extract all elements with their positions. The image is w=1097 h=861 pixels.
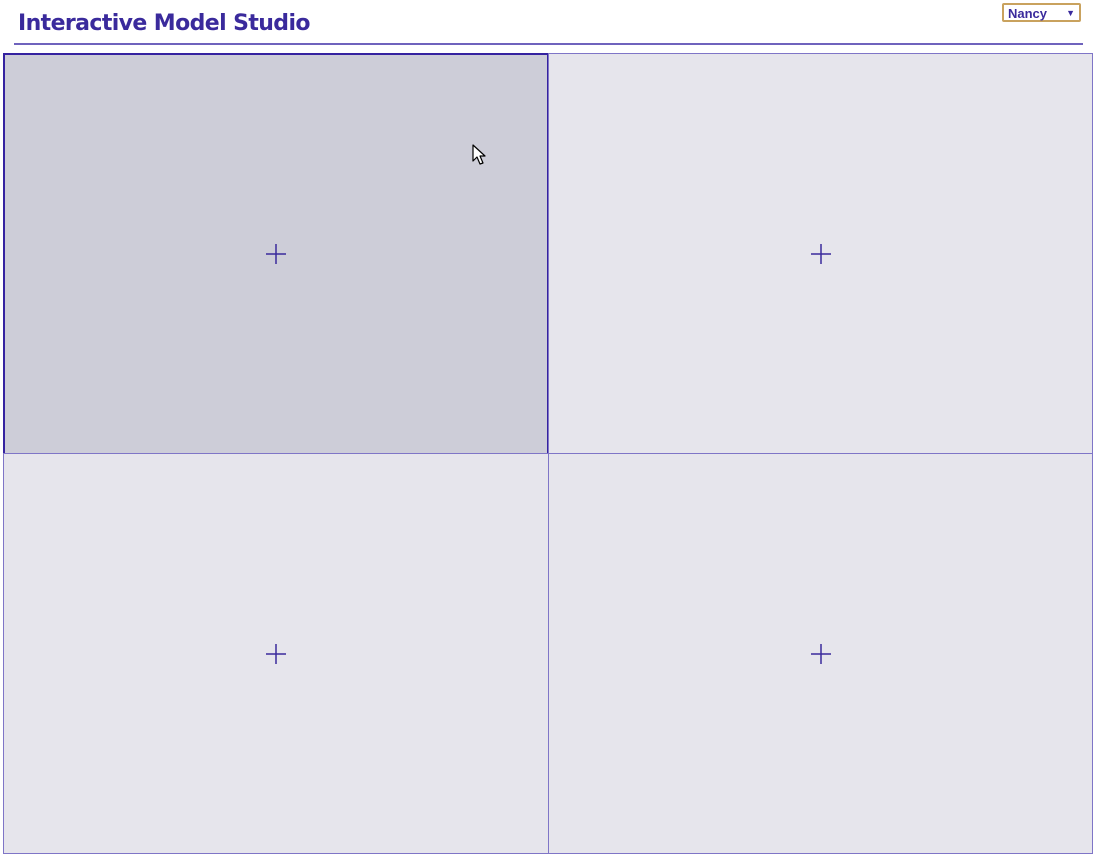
title-divider (14, 43, 1083, 45)
triangle-down-icon: ▼ (1066, 8, 1075, 18)
plus-icon[interactable] (810, 243, 832, 265)
user-select-value: Nancy (1008, 6, 1048, 21)
plus-icon[interactable] (265, 643, 287, 665)
panel-top-left[interactable] (3, 53, 549, 455)
panel-bottom-left[interactable] (3, 453, 549, 854)
app-header: Interactive Model Studio Nancy ▼ (0, 0, 1097, 48)
plus-icon[interactable] (265, 243, 287, 265)
page-title: Interactive Model Studio (18, 11, 311, 36)
panel-bottom-right[interactable] (548, 453, 1093, 854)
user-select[interactable]: Nancy ▼ (1002, 3, 1081, 22)
panel-top-right[interactable] (548, 53, 1093, 455)
plus-icon[interactable] (810, 643, 832, 665)
panel-grid (3, 53, 1093, 854)
